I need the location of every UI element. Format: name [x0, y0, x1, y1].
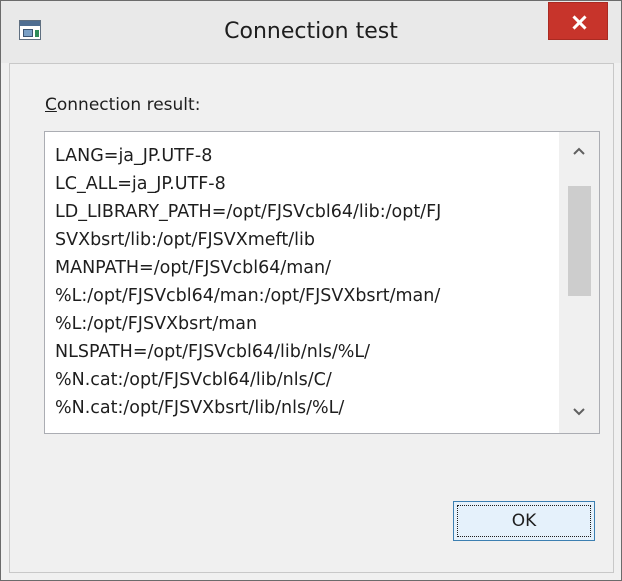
title-bar[interactable]: Connection test: [1, 1, 621, 63]
chevron-down-icon: [573, 408, 585, 416]
chevron-up-icon: [573, 147, 585, 155]
result-line: SVXbsrt/lib:/opt/FJSVXmeft/lib: [55, 230, 315, 250]
result-line: LANG=ja_JP.UTF-8: [55, 146, 213, 166]
label-mnemonic: C: [45, 95, 57, 115]
scroll-down-button[interactable]: [559, 393, 599, 433]
label-text: onnection result:: [56, 95, 201, 115]
ok-button[interactable]: OK: [453, 501, 595, 541]
vertical-scrollbar[interactable]: [559, 132, 599, 433]
connection-result-content[interactable]: LANG=ja_JP.UTF-8 LC_ALL=ja_JP.UTF-8 LD_L…: [55, 142, 555, 425]
result-line: %L:/opt/FJSVcbl64/man:/opt/FJSVXbsrt/man…: [55, 286, 441, 306]
result-line: %N.cat:/opt/FJSVXbsrt/lib/nls/%L/: [55, 398, 345, 418]
connection-result-label: Connection result:: [45, 95, 200, 115]
dialog-body: Connection result: LANG=ja_JP.UTF-8 LC_A…: [9, 63, 614, 573]
result-line: %N.cat:/opt/FJSVcbl64/lib/nls/C/: [55, 370, 332, 390]
close-button[interactable]: [548, 2, 608, 40]
result-line: LD_LIBRARY_PATH=/opt/FJSVcbl64/lib:/opt/…: [55, 202, 442, 222]
scroll-thumb[interactable]: [568, 186, 591, 296]
result-line: NLSPATH=/opt/FJSVcbl64/lib/nls/%L/: [55, 342, 371, 362]
result-line: %L:/opt/FJSVXbsrt/man: [55, 314, 258, 334]
window-title: Connection test: [224, 19, 398, 44]
connection-result-textbox[interactable]: LANG=ja_JP.UTF-8 LC_ALL=ja_JP.UTF-8 LD_L…: [44, 131, 600, 434]
scroll-up-button[interactable]: [559, 132, 599, 172]
result-line: MANPATH=/opt/FJSVcbl64/man/: [55, 258, 332, 278]
connection-test-dialog: Connection test Connection result: LANG=…: [0, 0, 622, 581]
ok-button-label: OK: [511, 511, 537, 531]
result-line: LC_ALL=ja_JP.UTF-8: [55, 174, 226, 194]
